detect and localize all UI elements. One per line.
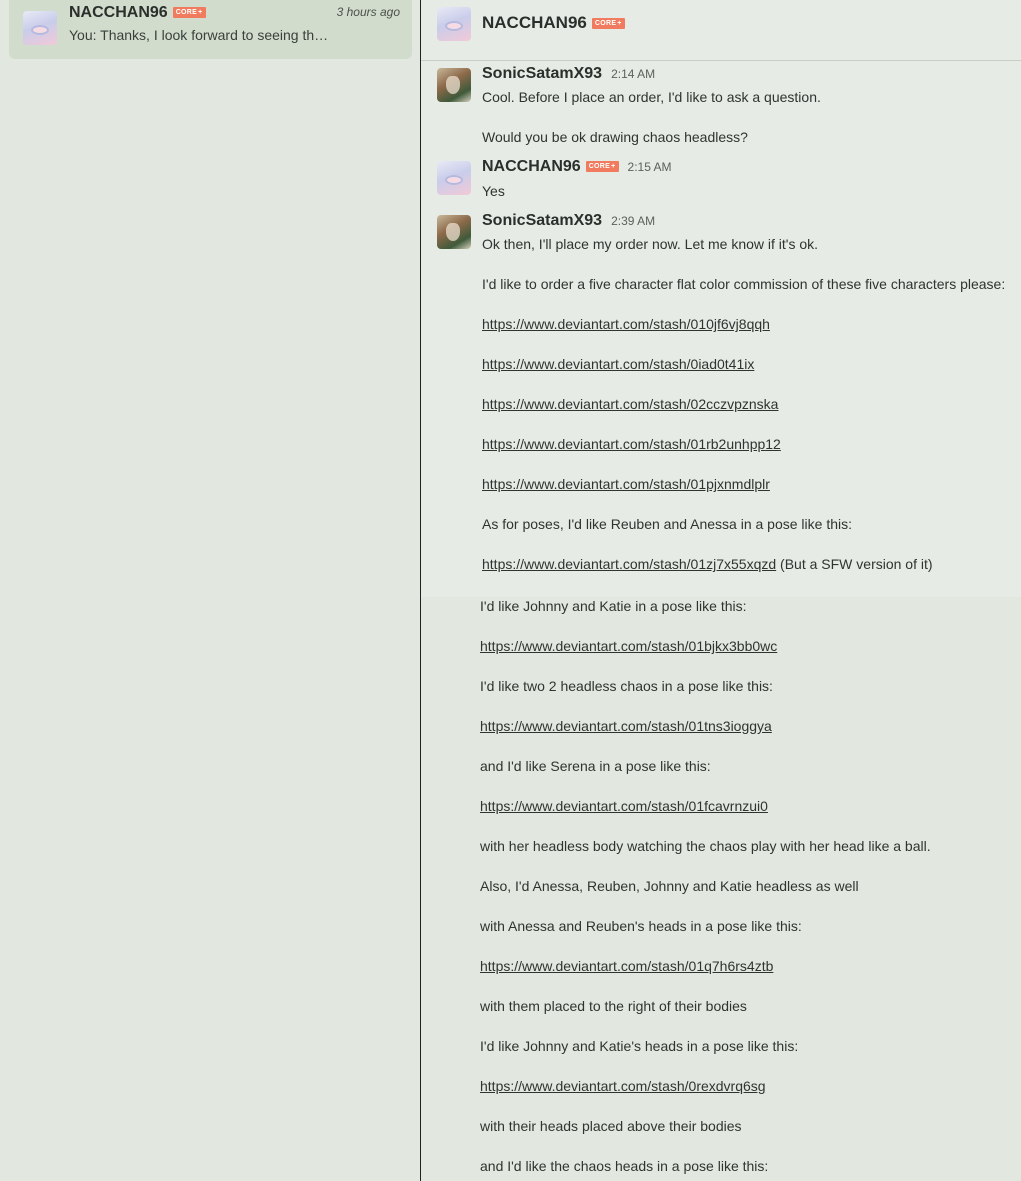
message-link-line: https://www.deviantart.com/stash/01bjkx3… xyxy=(480,638,777,654)
stash-link[interactable]: https://www.deviantart.com/stash/02cczvp… xyxy=(482,396,778,412)
core-badge: CORE xyxy=(591,18,625,30)
message-text: with their heads placed above their bodi… xyxy=(480,1118,742,1134)
message-text: As for poses, I'd like Reuben and Anessa… xyxy=(482,516,853,532)
avatar[interactable] xyxy=(437,215,471,249)
message-link-line: https://www.deviantart.com/stash/0rexdvr… xyxy=(480,1078,766,1094)
message-header: SonicSatamX93 2:14 AM xyxy=(482,65,655,83)
message-link-line: https://www.deviantart.com/stash/01q7h6r… xyxy=(480,958,773,974)
avatar[interactable] xyxy=(437,7,471,41)
stash-link[interactable]: https://www.deviantart.com/stash/0rexdvr… xyxy=(480,1078,766,1094)
message-link-line: https://www.deviantart.com/stash/01rb2un… xyxy=(482,436,781,452)
avatar[interactable] xyxy=(437,161,471,195)
avatar[interactable] xyxy=(437,68,471,102)
stash-link[interactable]: https://www.deviantart.com/stash/01fcavr… xyxy=(480,798,768,814)
stash-link[interactable]: https://www.deviantart.com/stash/01q7h6r… xyxy=(480,958,773,974)
message-author[interactable]: SonicSatamX93 xyxy=(482,212,602,229)
message-text: Also, I'd Anessa, Reuben, Johnny and Kat… xyxy=(480,878,859,894)
conversation-item-nacchan96[interactable]: NACCHAN96 CORE 3 hours ago You: Thanks, I… xyxy=(9,0,412,59)
message-text: with them placed to the right of their b… xyxy=(480,998,747,1014)
message-text: Ok then, I'll place my order now. Let me… xyxy=(482,236,819,252)
stash-link[interactable]: https://www.deviantart.com/stash/01tns3i… xyxy=(480,718,772,734)
conversation-timestamp: 3 hours ago xyxy=(336,5,400,19)
chat-header: NACCHAN96 CORE xyxy=(421,0,1021,61)
message-link-line: https://www.deviantart.com/stash/010jf6v… xyxy=(482,316,770,332)
message-header: NACCHAN96 CORE 2:15 AM xyxy=(482,158,672,176)
message-link-line: https://www.deviantart.com/stash/0iad0t4… xyxy=(482,356,754,372)
message-link-line: https://www.deviantart.com/stash/01tns3i… xyxy=(480,718,772,734)
message-text: I'd like Johnny and Katie's heads in a p… xyxy=(480,1038,799,1054)
stash-link[interactable]: https://www.deviantart.com/stash/0iad0t4… xyxy=(482,356,754,372)
conversation-preview: You: Thanks, I look forward to seeing th… xyxy=(69,27,329,43)
message-timestamp: 2:14 AM xyxy=(611,67,656,81)
message-text: I'd like to order a five character flat … xyxy=(482,276,1006,292)
message-text: with Anessa and Reuben's heads in a pose… xyxy=(480,918,802,934)
conversation-list: NACCHAN96 CORE 3 hours ago You: Thanks, I… xyxy=(0,0,421,597)
conversation-name: NACCHAN96 CORE xyxy=(69,4,206,22)
username[interactable]: NACCHAN96 xyxy=(482,13,587,32)
stash-link[interactable]: https://www.deviantart.com/stash/010jf6v… xyxy=(482,316,770,332)
message-text: Cool. Before I place an order, I'd like … xyxy=(482,89,821,105)
avatar xyxy=(23,11,57,45)
stash-link[interactable]: https://www.deviantart.com/stash/01zj7x5… xyxy=(482,556,776,572)
stash-link[interactable]: https://www.deviantart.com/stash/01bjkx3… xyxy=(480,638,777,654)
message-author[interactable]: NACCHAN96 xyxy=(482,158,581,175)
message-text: (But a SFW version of it) xyxy=(776,556,933,572)
message-text: I'd like two 2 headless chaos in a pose … xyxy=(480,678,773,694)
core-badge: CORE xyxy=(585,161,619,173)
username: NACCHAN96 xyxy=(69,4,168,21)
message-text: I'd like Johnny and Katie in a pose like… xyxy=(480,598,747,614)
chat-pane: NACCHAN96 CORE SonicSatamX93 2:14 AM Cool.… xyxy=(420,0,1021,1181)
message-link-line: https://www.deviantart.com/stash/02cczvp… xyxy=(482,396,778,412)
message-link-line: https://www.deviantart.com/stash/01zj7x5… xyxy=(482,556,933,572)
message-header: SonicSatamX93 2:39 AM xyxy=(482,212,655,230)
message-text: Would you be ok drawing chaos headless? xyxy=(482,129,748,145)
chat-header-title: NACCHAN96 CORE xyxy=(482,13,625,33)
message-timestamp: 2:15 AM xyxy=(627,160,672,174)
message-text: and I'd like the chaos heads in a pose l… xyxy=(480,1158,769,1174)
message-timestamp: 2:39 AM xyxy=(611,214,656,228)
message-link-line: https://www.deviantart.com/stash/01pjxnm… xyxy=(482,476,770,492)
message-text: and I'd like Serena in a pose like this: xyxy=(480,758,711,774)
message-author[interactable]: SonicSatamX93 xyxy=(482,65,602,82)
stash-link[interactable]: https://www.deviantart.com/stash/01rb2un… xyxy=(482,436,781,452)
stash-link[interactable]: https://www.deviantart.com/stash/01pjxnm… xyxy=(482,476,770,492)
message-link-line: https://www.deviantart.com/stash/01fcavr… xyxy=(480,798,768,814)
message-text: Yes xyxy=(482,183,505,199)
core-badge: CORE xyxy=(172,7,206,19)
message-text: with her headless body watching the chao… xyxy=(480,838,931,854)
